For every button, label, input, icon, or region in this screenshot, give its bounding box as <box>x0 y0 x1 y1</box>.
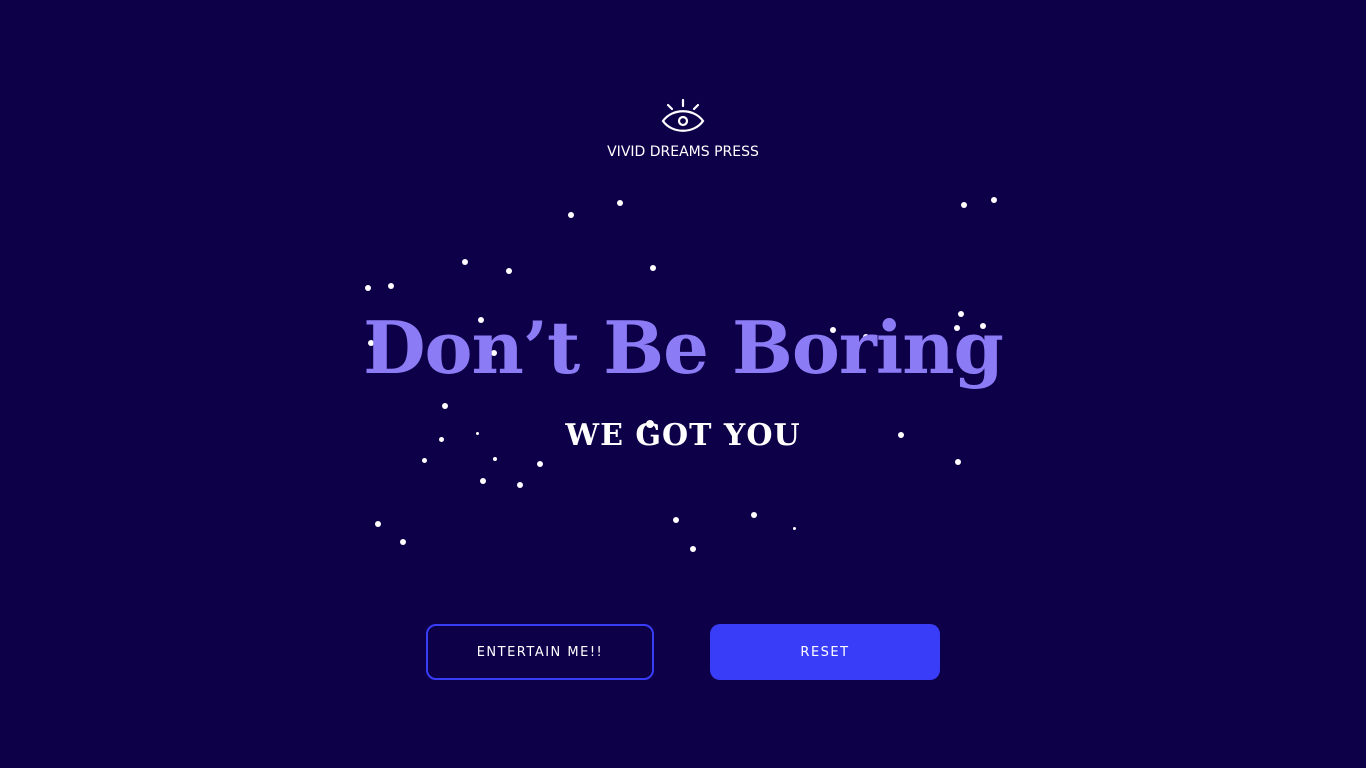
star-dot <box>961 202 967 208</box>
star-dot <box>673 517 679 523</box>
brand-name: VIVID DREAMS PRESS <box>607 144 759 160</box>
star-dot <box>365 285 371 291</box>
star-dot <box>955 459 961 465</box>
star-dot <box>751 512 757 518</box>
reset-button[interactable]: RESET <box>710 624 940 680</box>
star-dot <box>388 283 394 289</box>
star-dot <box>793 527 796 530</box>
entertain-me-button[interactable]: ENTERTAIN ME!! <box>426 624 654 680</box>
star-dot <box>375 521 381 527</box>
star-dot <box>493 457 497 461</box>
star-dot <box>442 403 448 409</box>
star-dot <box>690 546 696 552</box>
star-dot <box>568 212 574 218</box>
star-dot <box>480 478 486 484</box>
star-dot <box>506 268 512 274</box>
hero-headline: Don’t Be Boring <box>363 305 1004 390</box>
star-dot <box>517 482 523 488</box>
star-dot <box>991 197 997 203</box>
star-dot <box>400 539 406 545</box>
star-dot <box>422 458 427 463</box>
star-dot <box>650 265 656 271</box>
star-dot <box>462 259 468 265</box>
star-dot <box>617 200 623 206</box>
eye-icon <box>660 98 706 136</box>
hero-subhead: WE GOT YOU <box>565 418 801 453</box>
star-dot <box>537 461 543 467</box>
brand-logo: VIVID DREAMS PRESS <box>0 98 1366 160</box>
